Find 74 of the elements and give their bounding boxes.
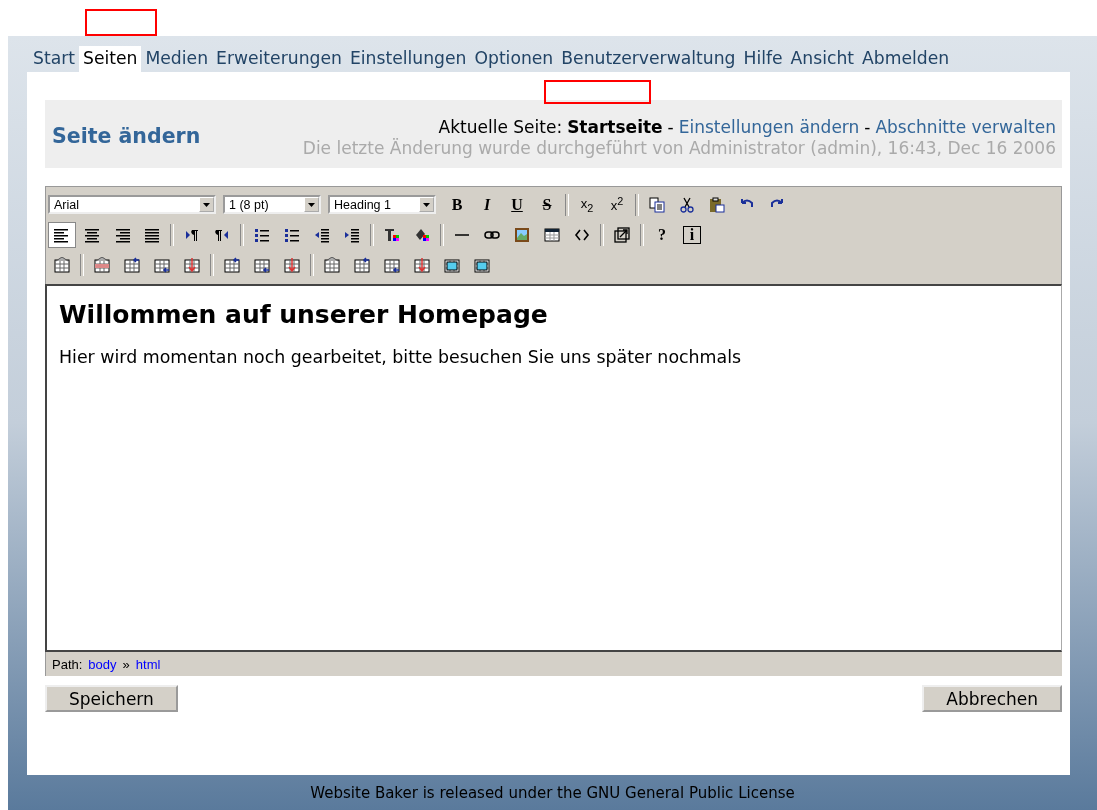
outdent-icon	[314, 226, 330, 243]
table-icon	[544, 226, 560, 243]
rowprops-icon	[94, 256, 110, 273]
colafter-icon	[254, 256, 270, 273]
strike-button[interactable]: S	[533, 191, 561, 218]
superscript-button[interactable]: x$^{2}$	[603, 191, 631, 218]
cellprops-icon	[324, 256, 340, 273]
help-button[interactable]: ?	[648, 221, 676, 248]
current-page-name: Startseite	[567, 116, 663, 137]
format-dropdown[interactable]: Arial	[48, 195, 216, 214]
numlist-icon	[254, 226, 270, 243]
path-link[interactable]: html	[135, 656, 161, 672]
italic-button[interactable]: I	[473, 191, 501, 218]
nav-tab[interactable]: Ansicht	[786, 46, 859, 72]
alignright-icon	[114, 226, 130, 243]
cellafter-icon	[384, 256, 400, 273]
format-dropdown[interactable]: 1 (8 pt)	[223, 195, 321, 214]
alignfull-icon	[144, 226, 160, 243]
header-link[interactable]: Abschnitte verwalten	[875, 116, 1056, 137]
rowbefore-icon	[124, 256, 140, 273]
fullscreen-icon	[614, 226, 630, 243]
path-link[interactable]: body	[88, 656, 117, 672]
colbefore-icon	[224, 256, 240, 273]
bullist-icon	[284, 226, 300, 243]
cancel-button[interactable]: Abbrechen	[922, 685, 1062, 712]
cellbefore-icon	[354, 256, 370, 273]
hr-icon	[455, 233, 469, 236]
nav-tab[interactable]: Medien	[141, 46, 213, 72]
content-heading: Willommen auf unserer Homepage	[59, 300, 549, 329]
nav-tab[interactable]: Benutzerverwaltung	[557, 46, 740, 72]
coldelete-icon	[284, 256, 300, 273]
current-page-label: Aktuelle Seite:	[438, 116, 563, 137]
paste-icon	[709, 196, 725, 213]
editor-area[interactable]: Willommen auf unserer Homepage Hier wird momentan noch gearbeitet, bitte besuchen Sie uns später nochmals	[45, 284, 1062, 652]
nav-tab[interactable]: Erweiterungen	[212, 46, 346, 72]
dropdown-arrow-icon	[203, 202, 210, 207]
cut-icon	[679, 196, 695, 213]
nav-tab[interactable]: Start	[29, 46, 79, 72]
save-button[interactable]: Speichern	[45, 685, 178, 712]
path-separator: »	[122, 656, 130, 672]
indent-icon	[344, 226, 360, 243]
aligncenter-icon	[84, 226, 100, 243]
header-link[interactable]: Einstellungen ändern	[678, 116, 860, 137]
dropdown-arrow-icon	[423, 202, 430, 207]
last-change-note: Die letzte Änderung wurde durchgeführt von Administrator (admin), 16:43, Dec 16 2006	[302, 137, 1056, 158]
dropdown-arrow-icon	[308, 202, 315, 207]
alignleft-button[interactable]	[48, 221, 76, 248]
image-icon	[514, 226, 530, 243]
rowdelete-icon	[184, 256, 200, 273]
link-separator: -	[667, 116, 674, 137]
underline-button[interactable]: U	[503, 191, 531, 218]
forecolor-icon	[384, 226, 400, 243]
nav-tab[interactable]: Seiten	[79, 46, 142, 72]
link-separator: -	[864, 116, 871, 137]
celldelete-icon	[414, 256, 430, 273]
nav-tab[interactable]: Hilfe	[739, 46, 787, 72]
tableprops-icon	[54, 256, 70, 273]
footer-text: Website Baker is released under the GNU General Public License	[310, 783, 795, 802]
format-dropdown[interactable]: Heading 1	[328, 195, 436, 214]
page-title: Seite ändern	[52, 124, 201, 148]
nav-tab[interactable]: Einstellungen	[345, 46, 471, 72]
subscript-button[interactable]: x$_{2}$	[573, 191, 601, 218]
content-paragraph: Hier wird momentan noch gearbeitet, bitte besuchen Sie uns später nochmals	[59, 347, 743, 367]
merge-icon	[474, 256, 490, 273]
copy-icon	[649, 196, 665, 213]
alignleft-icon	[54, 226, 70, 243]
highlight-frame	[85, 9, 157, 36]
path-label: Path:	[52, 656, 83, 672]
split-icon	[444, 256, 460, 273]
rowafter-icon	[154, 256, 170, 273]
info-button[interactable]: i	[678, 221, 706, 248]
nav-tab[interactable]: Optionen	[470, 46, 558, 72]
bold-button[interactable]: B	[443, 191, 471, 218]
nav-tab[interactable]: Abmelden	[858, 46, 954, 72]
